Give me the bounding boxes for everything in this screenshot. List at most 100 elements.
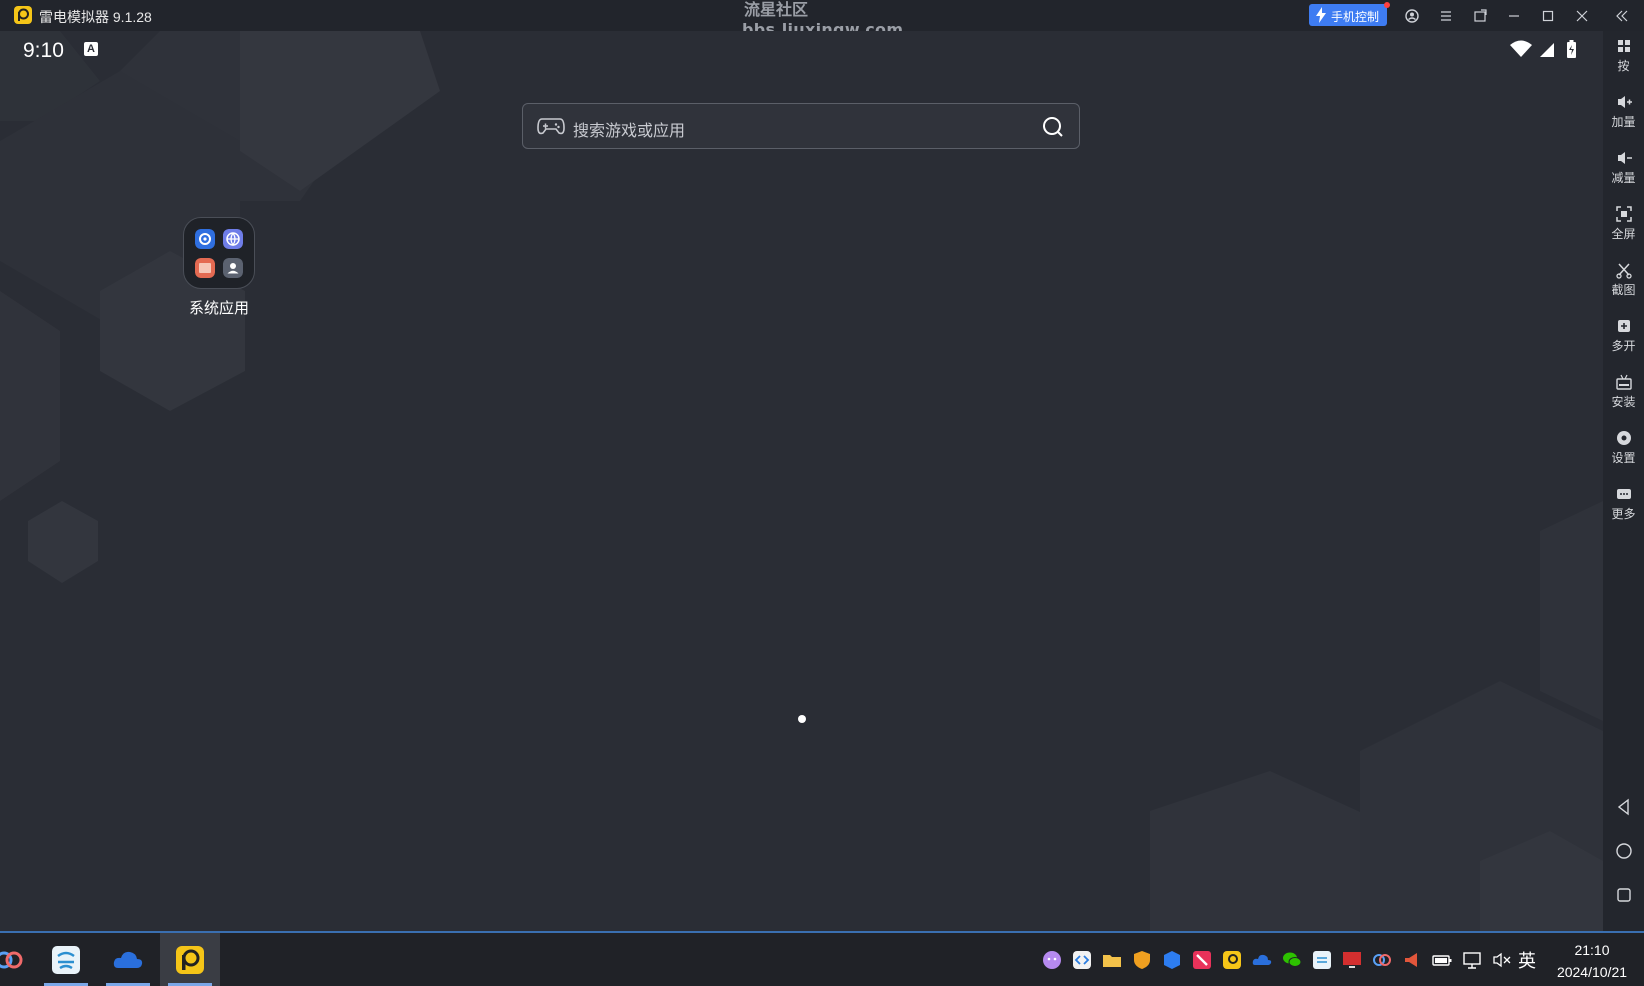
notification-dot xyxy=(1384,2,1390,8)
minimize-icon xyxy=(1509,15,1519,17)
tray-ldplayer[interactable] xyxy=(1221,949,1243,971)
gamepad-icon xyxy=(537,118,565,135)
volume-down-icon xyxy=(1617,152,1632,164)
tray-remote[interactable] xyxy=(1341,949,1363,971)
sidebar-item-label: 减量 xyxy=(1611,171,1636,185)
page-indicator-dot xyxy=(798,715,806,723)
title-bar: 雷电模拟器 9.1.28 流星社区 bbs.liuxingw.com 手机控制 xyxy=(0,0,1644,39)
multi-open-icon xyxy=(1617,320,1630,332)
restore-window-button[interactable] xyxy=(1469,5,1491,27)
sidebar-item-install[interactable]: 安装 xyxy=(1603,367,1644,419)
tray-box-app[interactable] xyxy=(1161,949,1183,971)
popout-icon xyxy=(1474,9,1487,22)
tray-netdisk[interactable] xyxy=(1371,949,1393,971)
settings-app-icon xyxy=(195,229,215,249)
netdisk-tray-icon xyxy=(1373,954,1391,966)
status-notification-badge: A xyxy=(84,42,98,56)
home-icon[interactable] xyxy=(1614,841,1634,861)
clock-time: 21:10 xyxy=(1574,942,1610,958)
signal-icon xyxy=(1540,43,1554,57)
sidebar-item-label: 安装 xyxy=(1611,395,1636,409)
ldplayer-logo-icon xyxy=(14,6,32,24)
tray-network[interactable] xyxy=(1461,949,1483,971)
hexagon-background xyxy=(0,31,1603,931)
sidebar-item-keymap[interactable]: 按 xyxy=(1603,31,1644,83)
windows-taskbar: 英 21:10 2024/10/21 xyxy=(0,931,1644,986)
cloud-icon xyxy=(113,951,143,968)
tray-onedrive[interactable] xyxy=(1251,949,1273,971)
back-icon[interactable] xyxy=(1614,797,1634,817)
fullscreen-icon xyxy=(1615,206,1632,222)
search-icon[interactable] xyxy=(1041,115,1065,139)
cube-icon xyxy=(1164,951,1180,969)
taskbar-app-ldplayer[interactable] xyxy=(160,933,220,986)
sidebar-item-label: 全屏 xyxy=(1611,227,1636,241)
tray-code-app[interactable] xyxy=(1071,949,1093,971)
contacts-app-icon xyxy=(223,258,243,278)
lightning-icon xyxy=(1316,7,1326,23)
cat-icon xyxy=(1043,951,1061,969)
more-icon xyxy=(1616,489,1631,499)
user-icon xyxy=(1405,9,1419,23)
sidebar-item-label: 截图 xyxy=(1611,283,1636,297)
phone-control-button[interactable]: 手机控制 xyxy=(1309,2,1390,26)
close-icon xyxy=(1576,10,1588,22)
system-apps-folder[interactable] xyxy=(183,217,255,289)
battery-tray-icon xyxy=(1432,955,1452,966)
sidebar-item-label: 设置 xyxy=(1611,451,1636,465)
app-title: 雷电模拟器 9.1.28 xyxy=(39,9,152,25)
settings-icon xyxy=(1616,431,1631,445)
notes-tray-icon xyxy=(1313,951,1331,969)
sidebar-item-label: 按 xyxy=(1617,59,1630,73)
code-app-icon xyxy=(1073,951,1091,969)
menu-button[interactable] xyxy=(1435,5,1457,27)
taskbar-app-notes[interactable] xyxy=(36,933,96,986)
apk-install-icon xyxy=(1615,374,1632,390)
hamburger-icon xyxy=(1441,11,1451,21)
sidebar-item-volume-down[interactable]: 减量 xyxy=(1603,143,1644,195)
input-method-indicator[interactable]: 英 xyxy=(1518,947,1536,973)
tray-cat-app[interactable] xyxy=(1041,949,1063,971)
clock-date: 2024/10/21 xyxy=(1556,964,1628,980)
tray-notes[interactable] xyxy=(1311,949,1333,971)
tray-file-explorer[interactable] xyxy=(1101,949,1123,971)
sidebar-item-label: 多开 xyxy=(1611,339,1636,353)
sidebar-item-more[interactable]: 更多 xyxy=(1603,479,1644,531)
emulator-toolbar: 按 加量 减量 全屏 截图 多开 安装 设置 更多 xyxy=(1603,31,1644,931)
taskbar-app-baidu-netdisk[interactable] xyxy=(0,933,38,986)
double-chevron-left-icon xyxy=(1616,10,1628,22)
close-button[interactable] xyxy=(1571,5,1593,27)
minimize-button[interactable] xyxy=(1503,5,1525,27)
maximize-button[interactable] xyxy=(1537,5,1559,27)
volume-muted-icon xyxy=(1493,952,1511,968)
taskbar-clock[interactable]: 21:10 2024/10/21 xyxy=(1546,939,1638,983)
grid-icon xyxy=(1617,40,1630,52)
sidebar-item-volume-up[interactable]: 加量 xyxy=(1603,87,1644,139)
megaphone-icon xyxy=(1405,953,1417,967)
sidebar-item-multi-open[interactable]: 多开 xyxy=(1603,311,1644,363)
folder-icon xyxy=(1103,955,1121,967)
collapse-sidebar-button[interactable] xyxy=(1611,5,1633,27)
sidebar-item-screenshot[interactable]: 截图 xyxy=(1603,255,1644,307)
tray-speaker-app[interactable] xyxy=(1401,949,1423,971)
tray-wechat[interactable] xyxy=(1281,949,1303,971)
ldplayer-taskbar-icon xyxy=(176,946,204,974)
ldplayer-tray-icon xyxy=(1223,951,1241,969)
android-screen[interactable]: 9:10 A 搜索游戏或应用 系统应用 xyxy=(0,31,1603,931)
account-button[interactable] xyxy=(1401,5,1423,27)
monitor-red-icon xyxy=(1343,952,1361,968)
tray-red-app[interactable] xyxy=(1191,949,1213,971)
tray-volume[interactable] xyxy=(1491,949,1513,971)
tray-battery[interactable] xyxy=(1431,949,1453,971)
notes-app-icon xyxy=(52,946,80,974)
sidebar-item-label: 加量 xyxy=(1611,115,1636,129)
watermark-line1: 流星社区 xyxy=(744,0,809,19)
search-placeholder: 搜索游戏或应用 xyxy=(573,123,686,140)
taskbar-app-onedrive[interactable] xyxy=(98,933,158,986)
tray-security[interactable] xyxy=(1131,949,1153,971)
sidebar-item-fullscreen[interactable]: 全屏 xyxy=(1603,199,1644,251)
recents-icon[interactable] xyxy=(1614,885,1634,905)
gallery-app-icon xyxy=(195,258,215,278)
sidebar-item-settings[interactable]: 设置 xyxy=(1603,423,1644,475)
search-bar[interactable]: 搜索游戏或应用 xyxy=(522,103,1080,149)
